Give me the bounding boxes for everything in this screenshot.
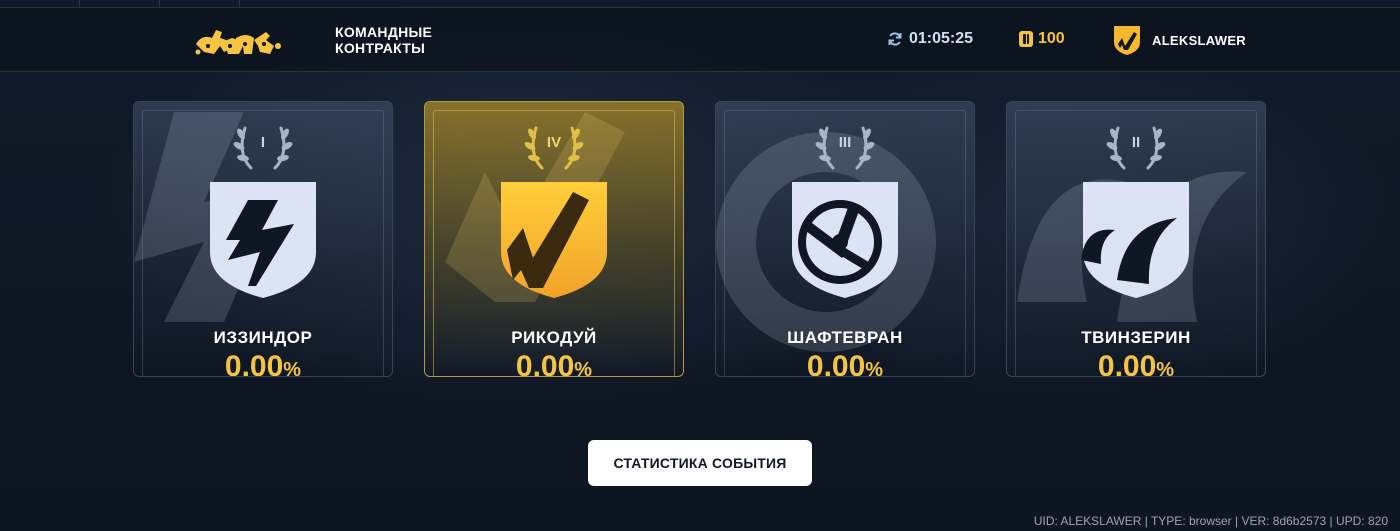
team-rank: II [1131,134,1141,151]
shaftevran-emblem-icon [792,182,898,298]
percent-value: 0.00 [224,350,284,377]
percent-unit: % [283,359,302,377]
team-percent: 0.00% [425,350,683,377]
team-card-izzindor[interactable]: I ИЗЗИНДОР 0.00% [133,101,393,377]
team-percent: 0.00% [716,350,974,377]
percent-value: 0.00 [806,350,866,377]
team-card-shaftevran[interactable]: III ШАФТЕВРАН 0.00% [715,101,975,377]
mode-title-line2: КОНТРАКТЫ [335,40,426,56]
event-timer: 01:05:25 [887,30,973,48]
izzindor-emblem-icon [210,182,316,298]
team-rank: IV [546,134,562,151]
mode-title: КОМАНДНЫЕ КОНТРАКТЫ [335,24,455,56]
team-percent: 0.00% [134,350,392,377]
game-logo-icon[interactable] [192,22,284,58]
team-cards: I ИЗЗИНДОР 0.00% IV РИКОДУЙ 0.00% III ША… [0,101,1400,381]
header: КОМАНДНЫЕ КОНТРАКТЫ 01:05:25 100 ALEKSLA… [0,8,1400,72]
build-info: UID: ALEKSLAWER | TYPE: browser | VER: 8… [1031,514,1390,528]
rikoduy-emblem-icon [501,182,607,298]
top-strip [0,0,1400,8]
team-card-rikoduy[interactable]: IV РИКОДУЙ 0.00% [424,101,684,377]
percent-value: 0.00 [1097,350,1157,377]
coin-balance[interactable]: 100 [1018,30,1065,48]
team-rank: III [838,134,852,151]
user-profile[interactable]: ALEKSLAWER [1112,24,1246,56]
mode-title-line1: КОМАНДНЫЕ [335,24,433,40]
refresh-icon [888,32,902,46]
team-card-tvinzerin[interactable]: II ТВИНЗЕРИН 0.00% [1006,101,1266,377]
percent-value: 0.00 [515,350,575,377]
username: ALEKSLAWER [1152,32,1246,48]
team-rank: I [260,134,266,151]
team-name: ШАФТЕВРАН [787,328,903,347]
percent-unit: % [865,359,884,377]
team-percent: 0.00% [1007,350,1265,377]
tvinzerin-emblem-icon [1081,182,1189,298]
coin-value: 100 [1038,30,1065,47]
percent-unit: % [574,359,593,377]
team-emblem-avatar-icon [1114,26,1140,55]
team-name: ТВИНЗЕРИН [1081,328,1191,347]
timer-value: 01:05:25 [909,30,974,47]
percent-unit: % [1156,359,1175,377]
team-name: РИКОДУЙ [511,328,597,347]
coin-icon [1019,31,1033,47]
event-stats-button[interactable]: СТАТИСТИКА СОБЫТИЯ [588,440,812,486]
team-name: ИЗЗИНДОР [213,328,313,347]
